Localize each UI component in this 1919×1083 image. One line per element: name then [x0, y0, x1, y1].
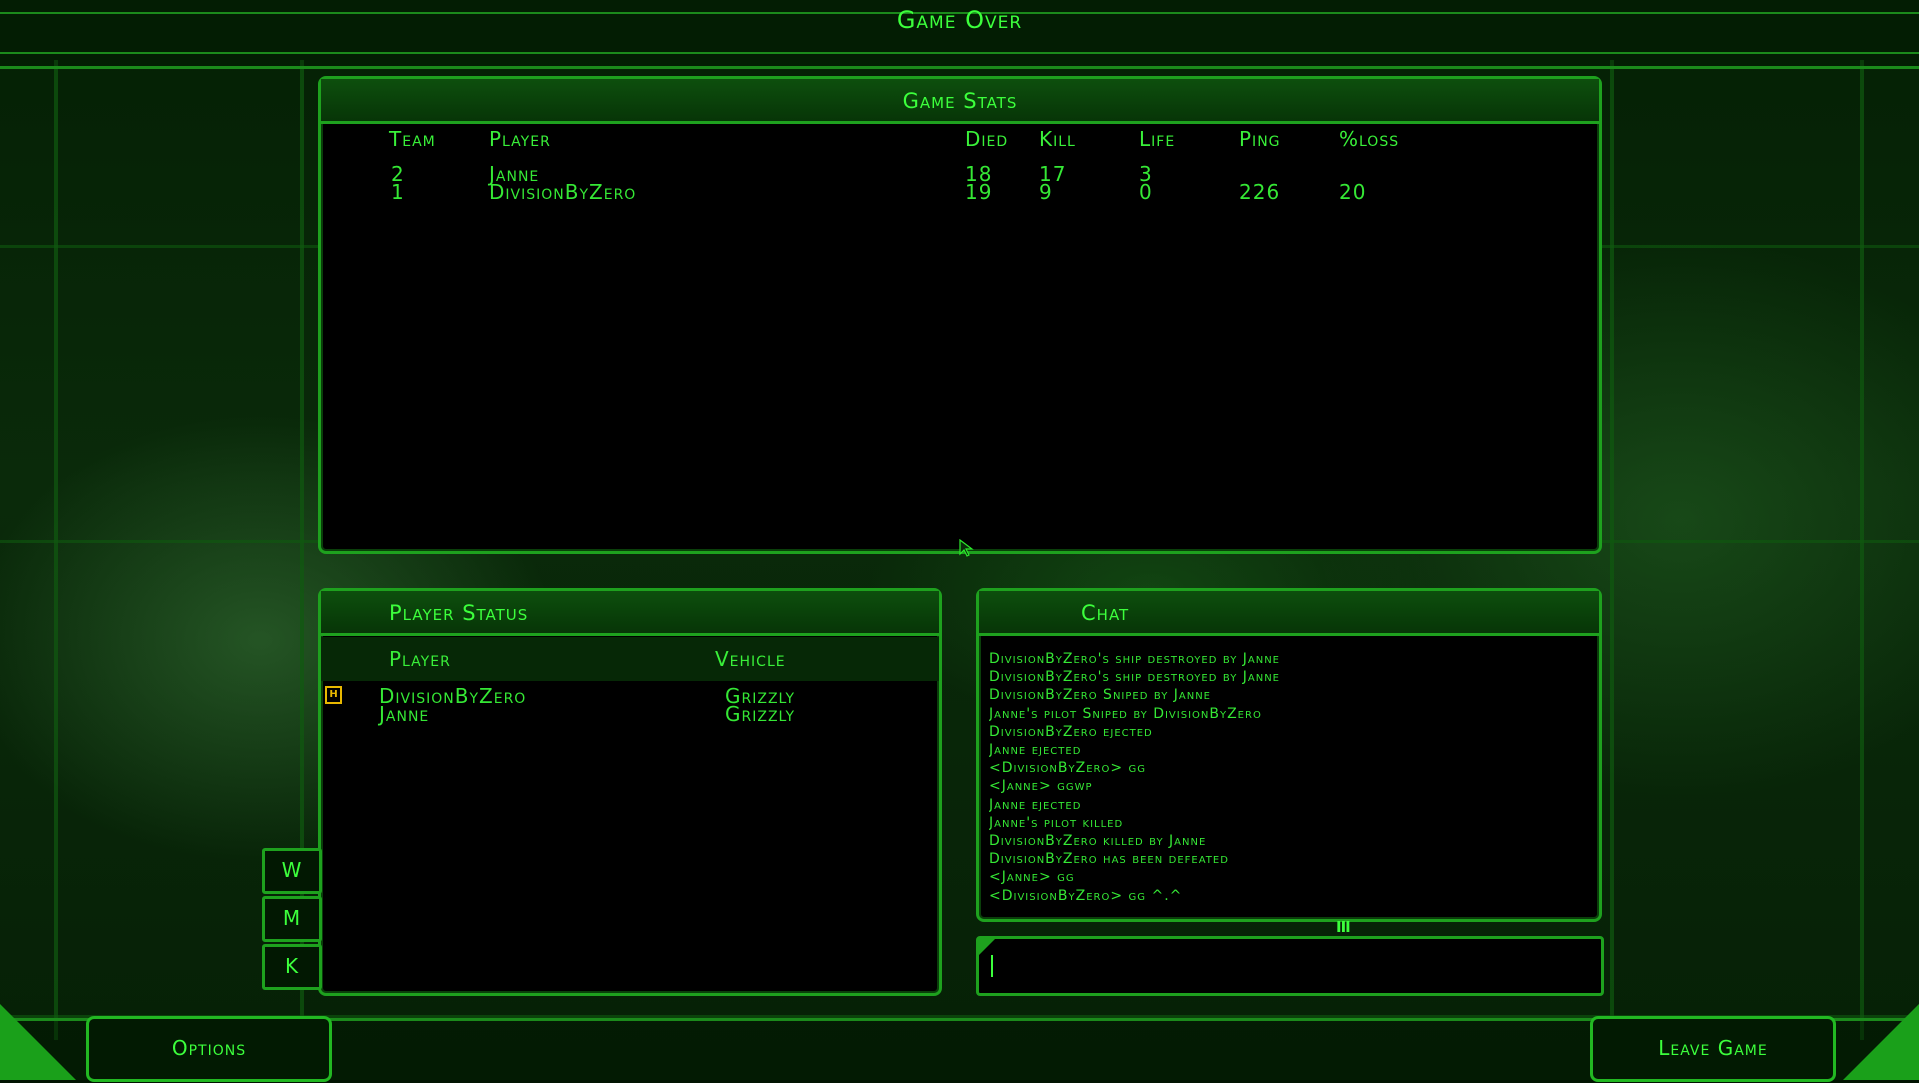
chat-line: <Janne> gg	[989, 869, 1075, 886]
frame-line	[1860, 60, 1864, 1040]
frame-line	[54, 60, 58, 1040]
stat-life: 0	[1139, 180, 1153, 204]
player-status-panel: Player Status Player Vehicle H DivisionB…	[318, 588, 942, 996]
chat-line: Janne's pilot killed	[989, 814, 1124, 831]
stat-loss: 20	[1339, 180, 1367, 204]
col-loss[interactable]: %loss	[1339, 127, 1399, 151]
k-button[interactable]: K	[262, 944, 322, 990]
window-title: Game Over	[896, 6, 1023, 34]
col-died[interactable]: Died	[965, 127, 1008, 151]
stat-died: 19	[965, 180, 993, 204]
chat-line: Janne ejected	[989, 742, 1082, 759]
col-player[interactable]: Player	[489, 127, 551, 151]
chat-input[interactable]	[976, 936, 1604, 996]
chat-line: DivisionByZero Sniped by Janne	[989, 687, 1211, 704]
chat-resize-handle[interactable]: III	[1336, 918, 1356, 938]
chat-line: Janne ejected	[989, 796, 1082, 813]
chat-line: <DivisionByZero> gg ^.^	[989, 887, 1183, 904]
col-team[interactable]: Team	[389, 127, 436, 151]
col-kill[interactable]: Kill	[1039, 127, 1076, 151]
chat-log[interactable]: DivisionByZero's ship destroyed by Janne…	[989, 650, 1589, 913]
chat-panel: Chat DivisionByZero's ship destroyed by …	[976, 588, 1602, 922]
corner-decoration	[0, 1004, 76, 1080]
col-ping[interactable]: Ping	[1239, 127, 1281, 151]
game-stats-panel: Game Stats Team Player Died Kill Life Pi…	[318, 76, 1602, 554]
stat-ping: 226	[1239, 180, 1281, 204]
options-button[interactable]: Options	[86, 1016, 332, 1082]
status-player[interactable]: Janne	[379, 704, 429, 724]
chat-line: Janne's pilot Sniped by DivisionByZero	[989, 705, 1262, 722]
chat-title: Chat	[1081, 601, 1130, 625]
chat-line: DivisionByZero's ship destroyed by Janne	[989, 651, 1280, 667]
col-player[interactable]: Player	[389, 647, 451, 671]
mouse-cursor-icon	[959, 539, 974, 557]
chat-line: <DivisionByZero> gg	[989, 760, 1147, 777]
col-life[interactable]: Life	[1139, 127, 1175, 151]
player-status-title: Player Status	[389, 601, 529, 625]
chat-input-corner	[979, 939, 995, 955]
m-button[interactable]: M	[262, 896, 322, 942]
text-caret	[991, 955, 993, 977]
game-stats-title: Game Stats	[902, 89, 1018, 113]
leave-game-button[interactable]: Leave Game	[1590, 1016, 1836, 1082]
col-vehicle[interactable]: Vehicle	[715, 647, 786, 671]
host-marker-icon: H	[325, 686, 342, 704]
chat-line: DivisionByZero killed by Janne	[989, 833, 1207, 850]
frame-line	[1610, 60, 1614, 1040]
w-button[interactable]: W	[262, 848, 322, 894]
chat-line: DivisionByZero's ship destroyed by Janne	[989, 669, 1280, 686]
corner-decoration	[1843, 1004, 1919, 1080]
chat-header	[979, 591, 1599, 636]
chat-line: DivisionByZero has been defeated	[989, 851, 1229, 868]
stat-kill: 9	[1039, 180, 1053, 204]
stat-player: DivisionByZero	[489, 180, 637, 204]
chat-line: <Janne> ggwp	[989, 778, 1093, 795]
chat-line: DivisionByZero ejected	[989, 723, 1153, 740]
stat-team: 1	[391, 180, 405, 204]
status-vehicle: Grizzly	[725, 702, 796, 726]
